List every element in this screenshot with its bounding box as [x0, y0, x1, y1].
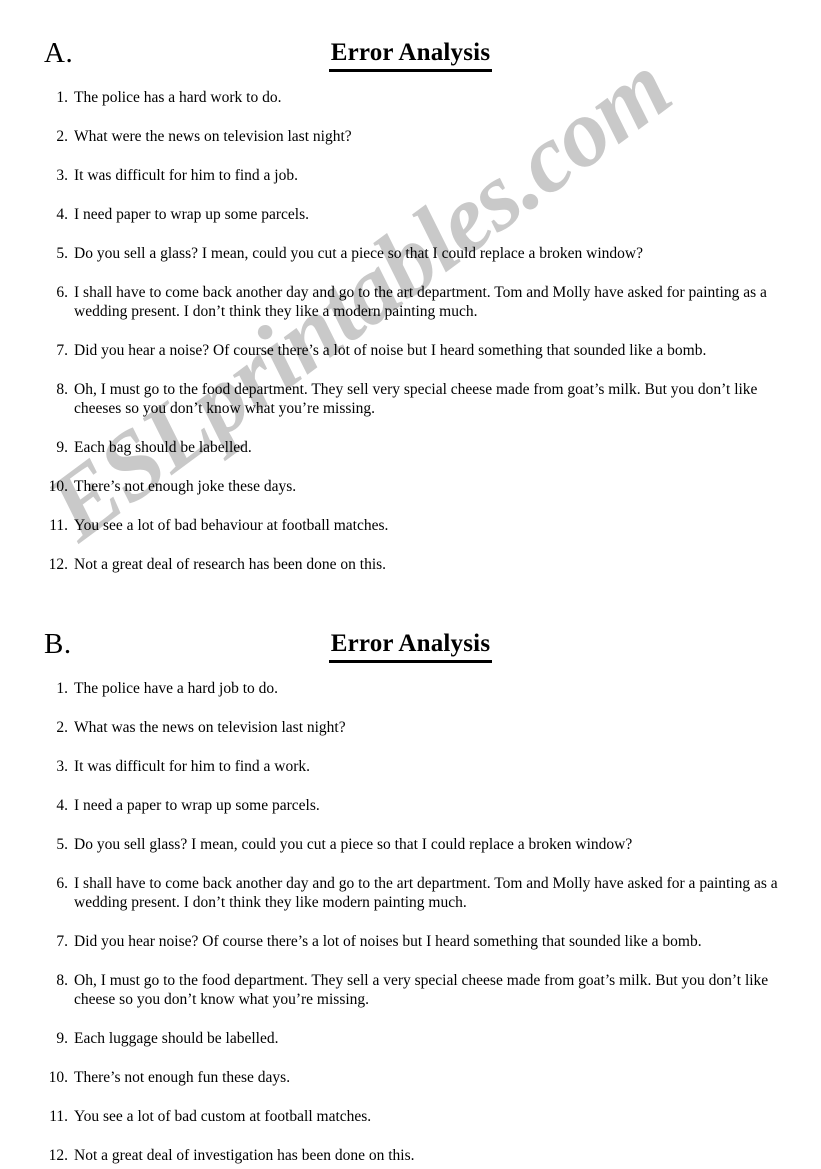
item-text: Do you sell glass? I mean, could you cut… [74, 836, 633, 853]
item-number: 2. [56, 719, 68, 736]
item-text: What was the news on television last nig… [74, 719, 346, 736]
list-item: 4. I need paper to wrap up some parcels. [0, 205, 821, 224]
list-item: 6. I shall have to come back another day… [0, 283, 821, 321]
item-number: 6. [56, 875, 68, 892]
list-item: 5. Do you sell a glass? I mean, could yo… [0, 244, 821, 263]
section-b-title: Error Analysis [0, 629, 821, 663]
item-text: I shall have to come back another day an… [74, 875, 778, 911]
section-b: B. Error Analysis 1. The police have a h… [0, 594, 821, 1165]
section-a-header: A. Error Analysis [0, 36, 821, 76]
list-item: 10. There’s not enough joke these days. [0, 477, 821, 496]
item-number: 9. [56, 439, 68, 456]
item-text: You see a lot of bad behaviour at footba… [74, 517, 389, 534]
list-item: 1. The police have a hard job to do. [0, 679, 821, 698]
list-item: 10. There’s not enough fun these days. [0, 1068, 821, 1087]
item-number: 1. [56, 680, 68, 697]
list-item: 8. Oh, I must go to the food department.… [0, 380, 821, 418]
list-item: 8. Oh, I must go to the food department.… [0, 971, 821, 1009]
list-item: 12. Not a great deal of investigation ha… [0, 1146, 821, 1165]
item-text: The police have a hard job to do. [74, 680, 279, 697]
item-number: 7. [56, 933, 68, 950]
item-text: Did you hear a noise? Of course there’s … [74, 342, 707, 359]
list-item: 1. The police has a hard work to do. [0, 88, 821, 107]
item-text: Do you sell a glass? I mean, could you c… [74, 245, 644, 262]
list-item: 4. I need a paper to wrap up some parcel… [0, 796, 821, 815]
list-item: 11. You see a lot of bad custom at footb… [0, 1107, 821, 1126]
list-item: 7. Did you hear noise? Of course there’s… [0, 932, 821, 951]
item-text: It was difficult for him to find a job. [74, 167, 298, 184]
item-number: 5. [56, 836, 68, 853]
item-number: 9. [56, 1030, 68, 1047]
section-b-item-list: 1. The police have a hard job to do. 2. … [0, 667, 821, 1165]
list-item: 6. I shall have to come back another day… [0, 874, 821, 912]
item-number: 4. [56, 797, 68, 814]
item-text: Not a great deal of research has been do… [74, 556, 387, 573]
list-item: 2. What were the news on television last… [0, 127, 821, 146]
item-text: The police has a hard work to do. [74, 89, 282, 106]
item-number: 12. [48, 1147, 68, 1164]
item-text: Oh, I must go to the food department. Th… [74, 381, 758, 417]
item-number: 10. [48, 1069, 68, 1086]
item-number: 11. [49, 1108, 68, 1125]
list-item: 2. What was the news on television last … [0, 718, 821, 737]
item-text: You see a lot of bad custom at football … [74, 1108, 372, 1125]
item-text: I shall have to come back another day an… [74, 284, 767, 320]
list-item: 3. It was difficult for him to find a wo… [0, 757, 821, 776]
section-a-title-text: Error Analysis [328, 38, 493, 72]
item-number: 8. [56, 972, 68, 989]
item-text: Oh, I must go to the food department. Th… [74, 972, 769, 1008]
section-b-header: B. Error Analysis [0, 627, 821, 667]
section-a-item-list: 1. The police has a hard work to do. 2. … [0, 76, 821, 574]
item-number: 3. [56, 167, 68, 184]
worksheet-page: ESLprintables.com A. Error Analysis 1. T… [0, 0, 821, 1169]
item-text: It was difficult for him to find a work. [74, 758, 311, 775]
list-item: 3. It was difficult for him to find a jo… [0, 166, 821, 185]
item-text: Each bag should be labelled. [74, 439, 252, 456]
item-text: There’s not enough fun these days. [74, 1069, 291, 1086]
list-item: 9. Each bag should be labelled. [0, 438, 821, 457]
item-number: 11. [49, 517, 68, 534]
list-item: 9. Each luggage should be labelled. [0, 1029, 821, 1048]
item-text: I need a paper to wrap up some parcels. [74, 797, 320, 814]
item-text: Did you hear noise? Of course there’s a … [74, 933, 702, 950]
item-text: There’s not enough joke these days. [74, 478, 297, 495]
item-number: 10. [48, 478, 68, 495]
item-number: 2. [56, 128, 68, 145]
item-number: 12. [48, 556, 68, 573]
item-number: 4. [56, 206, 68, 223]
item-text: Each luggage should be labelled. [74, 1030, 279, 1047]
item-text: What were the news on television last ni… [74, 128, 352, 145]
list-item: 12. Not a great deal of research has bee… [0, 555, 821, 574]
section-a-title: Error Analysis [0, 38, 821, 72]
list-item: 11. You see a lot of bad behaviour at fo… [0, 516, 821, 535]
item-number: 5. [56, 245, 68, 262]
section-b-title-text: Error Analysis [328, 629, 493, 663]
list-item: 7. Did you hear a noise? Of course there… [0, 341, 821, 360]
item-number: 1. [56, 89, 68, 106]
document-content: A. Error Analysis 1. The police has a ha… [0, 0, 821, 1165]
item-text: Not a great deal of investigation has be… [74, 1147, 415, 1164]
item-number: 3. [56, 758, 68, 775]
item-text: I need paper to wrap up some parcels. [74, 206, 309, 223]
item-number: 8. [56, 381, 68, 398]
item-number: 6. [56, 284, 68, 301]
section-a: A. Error Analysis 1. The police has a ha… [0, 0, 821, 574]
list-item: 5. Do you sell glass? I mean, could you … [0, 835, 821, 854]
item-number: 7. [56, 342, 68, 359]
